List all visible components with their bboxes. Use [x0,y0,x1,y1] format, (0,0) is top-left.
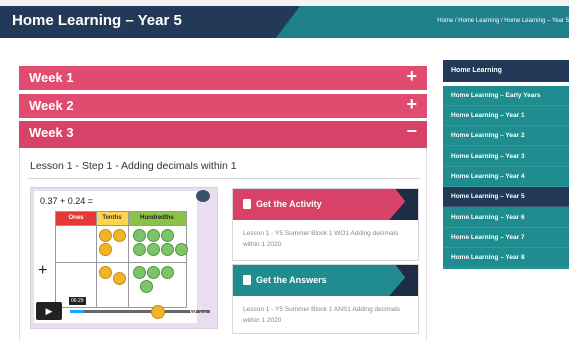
grid-line [96,212,97,307]
hundredth-counter [133,266,146,279]
activity-card-title: Get the Activity [256,199,322,209]
grid-line [128,212,129,307]
hundredth-counter [161,266,174,279]
breadcrumb[interactable]: Home / Home Learning / Home Learning – Y… [437,18,569,24]
sidebar-heading[interactable]: Home Learning [443,60,569,82]
answers-card-description: Lesson 1 - Y5 Summer Block 1 ANS1 Adding… [243,306,401,324]
tenth-counter [99,266,112,279]
hundredth-counter [140,280,153,293]
sidebar-item-year-5[interactable]: Home Learning – Year 5 [443,187,569,207]
video-controls: ▶ 06:29 ⚙ ⛶ [36,297,211,322]
sidebar-item-early-years[interactable]: Home Learning – Early Years [443,86,569,106]
sidebar-item-year-4[interactable]: Home Learning – Year 4 [443,167,569,187]
collapse-icon: − [406,121,417,141]
accordion-label: Week 3 [29,125,74,140]
channel-logo-icon [196,190,210,202]
tenth-counter [99,243,112,256]
accordion-label: Week 2 [29,98,74,113]
decorative-shape-icon [389,189,418,220]
accordion-label: Week 1 [29,70,74,85]
decorative-shape-icon [389,265,418,296]
document-icon [243,199,251,209]
column-ones: Ones [56,212,96,225]
activity-card[interactable]: Get the Activity Lesson 1 - Y5 Summer Bl… [232,188,419,261]
tenth-counter [113,272,126,285]
hundredth-counter [147,243,160,256]
time-tooltip: 06:29 [69,297,86,305]
column-tenths: Tenths [96,212,128,225]
sidebar-item-year-7[interactable]: Home Learning – Year 7 [443,228,569,248]
plus-sign: + [38,262,48,279]
video-equation: 0.37 + 0.24 = [40,196,94,206]
hundredth-counter [133,229,146,242]
sidebar-item-year-6[interactable]: Home Learning – Year 6 [443,208,569,228]
document-icon [243,275,251,285]
sidebar-list: Home Learning – Early Years Home Learnin… [443,86,569,269]
place-value-grid: Ones Tenths Hundredths [55,211,188,308]
accordion-week-1[interactable]: Week 1 + [19,66,427,90]
activity-card-description: Lesson 1 - Y5 Summer Block 1 WO1 Adding … [243,230,399,248]
sidebar-item-year-3[interactable]: Home Learning – Year 3 [443,147,569,167]
hundredth-counter [161,243,174,256]
hundredth-counter [133,243,146,256]
activity-card-header[interactable]: Get the Activity [233,189,418,220]
column-hundredths: Hundredths [128,212,186,225]
accordion-week-3[interactable]: Week 3 − [19,121,427,148]
hundredth-counter [161,229,174,242]
play-icon[interactable]: ▶ [36,302,62,320]
sidebar-item-year-8[interactable]: Home Learning – Year 8 [443,248,569,268]
expand-icon: + [406,94,417,114]
hundredth-counter [147,266,160,279]
lesson-title: Lesson 1 - Step 1 - Adding decimals with… [30,160,237,172]
sidebar-item-year-2[interactable]: Home Learning – Year 2 [443,126,569,146]
page-title: Home Learning – Year 5 [12,12,182,29]
answers-card-header[interactable]: Get the Answers [233,265,418,296]
answers-card[interactable]: Get the Answers Lesson 1 - Y5 Summer Blo… [232,264,419,334]
answers-card-title: Get the Answers [256,275,327,285]
sidebar-item-year-1[interactable]: Home Learning – Year 1 [443,106,569,126]
expand-icon: + [406,66,417,86]
hundredth-counter [175,243,188,256]
seek-progress [70,310,84,313]
fullscreen-icon[interactable]: ⛶ [200,306,206,316]
grid-line [56,262,186,263]
gear-icon[interactable]: ⚙ [189,306,197,317]
tenth-counter [99,229,112,242]
tenth-counter [113,229,126,242]
accordion-week-2[interactable]: Week 2 + [19,94,427,118]
divider [28,178,420,179]
hundredth-counter [147,229,160,242]
seek-handle[interactable] [151,305,165,319]
grid-line [56,225,186,226]
